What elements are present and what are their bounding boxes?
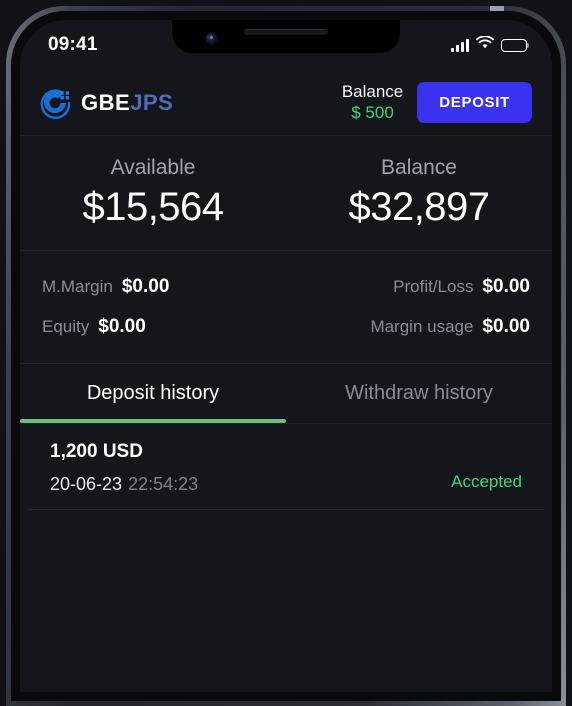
brand-name-primary: GBE bbox=[81, 89, 131, 115]
available-value: $15,564 bbox=[82, 185, 224, 229]
history-amount: 1,200 USD bbox=[50, 441, 143, 462]
phone-bezel: 09:41 GBEJPS Balance $ 500 DEPOSIT Avail… bbox=[11, 11, 561, 701]
balance-cell: Balance $32,897 bbox=[286, 156, 552, 230]
history-date: 20-06-23 bbox=[50, 474, 123, 494]
tab-deposit-history[interactable]: Deposit history bbox=[20, 364, 286, 423]
history-time: 22:54:23 bbox=[128, 474, 199, 494]
metrics-right-column: Profit/Loss $0.00 Margin usage $0.00 bbox=[286, 276, 530, 338]
app-header: GBEJPS Balance $ 500 DEPOSIT bbox=[20, 70, 552, 136]
available-label: Available bbox=[110, 156, 196, 179]
metric-margin-usage-value: $0.00 bbox=[482, 316, 530, 337]
deposit-history-list[interactable]: 1,200 USD 20-06-23 22:54:23 Accepted bbox=[20, 424, 552, 692]
metric-m-margin: M.Margin $0.00 bbox=[42, 276, 169, 298]
deposit-button[interactable]: DEPOSIT bbox=[417, 82, 532, 123]
available-balance-cell: Available $15,564 bbox=[20, 156, 286, 230]
metric-margin-usage: Margin usage $0.00 bbox=[370, 316, 530, 338]
status-badge: Accepted bbox=[451, 472, 522, 491]
phone-frame: 09:41 GBEJPS Balance $ 500 DEPOSIT Avail… bbox=[6, 6, 566, 706]
metric-profit-loss: Profit/Loss $0.00 bbox=[393, 276, 530, 298]
metric-profit-loss-value: $0.00 bbox=[482, 276, 530, 297]
metric-equity-value: $0.00 bbox=[98, 316, 146, 337]
metric-equity-label: Equity bbox=[42, 317, 90, 336]
tab-withdraw-history[interactable]: Withdraw history bbox=[286, 364, 552, 423]
metric-m-margin-value: $0.00 bbox=[121, 276, 170, 297]
balance-value: $32,897 bbox=[348, 185, 490, 229]
header-balance-value: $ 500 bbox=[351, 102, 394, 122]
brand-name: GBEJPS bbox=[81, 90, 173, 116]
header-balance: Balance $ 500 bbox=[342, 82, 403, 123]
list-item[interactable]: 1,200 USD 20-06-23 22:54:23 Accepted bbox=[28, 424, 544, 510]
status-bar-time: 09:41 bbox=[48, 34, 98, 55]
metric-margin-usage-label: Margin usage bbox=[370, 317, 474, 336]
status-bar-icons bbox=[451, 34, 530, 55]
metric-equity: Equity $0.00 bbox=[42, 316, 146, 338]
cellular-signal-icon bbox=[451, 38, 469, 52]
phone-screen: 09:41 GBEJPS Balance $ 500 DEPOSIT Avail… bbox=[20, 20, 552, 692]
trading-app: 09:41 GBEJPS Balance $ 500 DEPOSIT Avail… bbox=[20, 20, 552, 692]
metric-m-margin-label: M.Margin bbox=[42, 277, 113, 296]
brand-name-secondary: JPS bbox=[130, 89, 174, 115]
status-bar: 09:41 bbox=[20, 20, 552, 70]
battery-tip bbox=[527, 43, 530, 48]
header-balance-label: Balance bbox=[341, 81, 404, 101]
metrics-left-column: M.Margin $0.00 Equity $0.00 bbox=[42, 276, 286, 338]
battery-full-icon bbox=[501, 38, 530, 52]
history-tabs: Deposit history Withdraw history bbox=[20, 364, 552, 424]
balance-label: Balance bbox=[381, 156, 457, 179]
antenna-band bbox=[490, 6, 504, 11]
account-metrics: M.Margin $0.00 Equity $0.00 Profit/Loss … bbox=[20, 251, 552, 364]
metric-profit-loss-label: Profit/Loss bbox=[393, 277, 474, 296]
wifi-icon bbox=[476, 34, 494, 55]
balances-summary: Available $15,564 Balance $32,897 bbox=[20, 136, 552, 251]
brand-logo[interactable]: GBEJPS bbox=[40, 87, 173, 119]
gbejps-logo-icon bbox=[40, 87, 72, 119]
